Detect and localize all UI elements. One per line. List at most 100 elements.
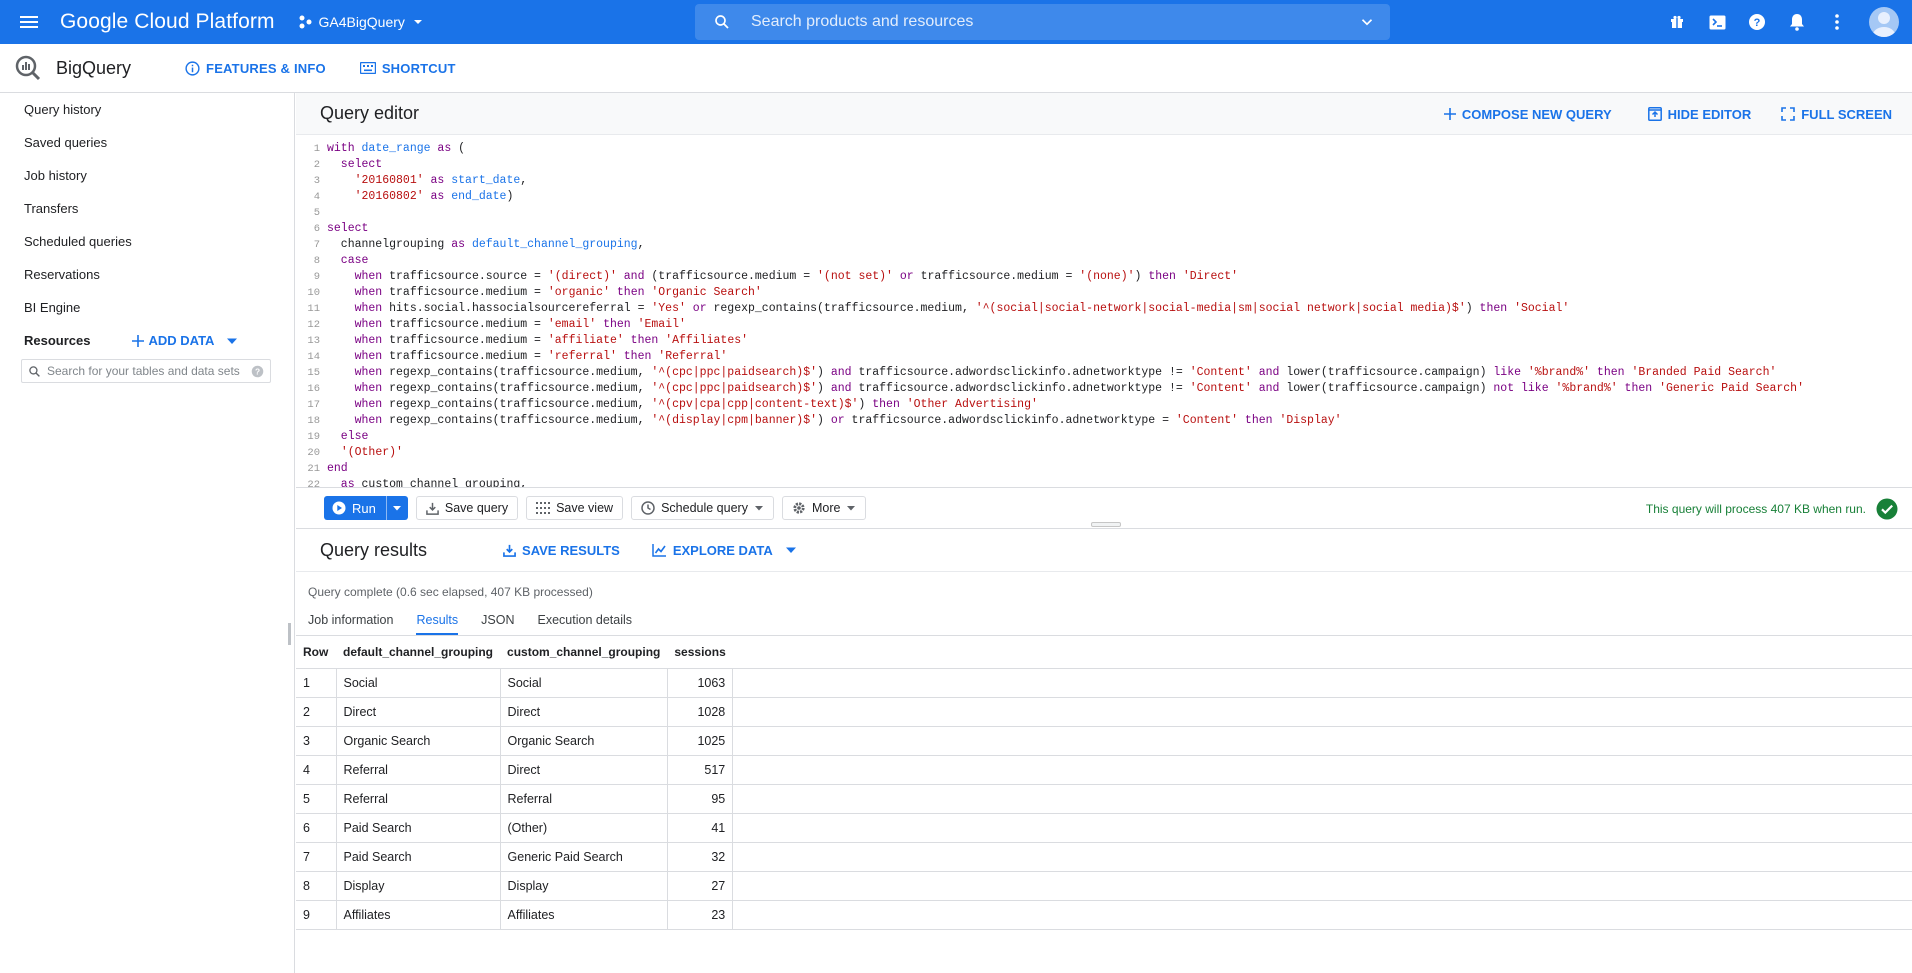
tab-json[interactable]: JSON xyxy=(481,606,514,635)
code-line[interactable]: 16 when regexp_contains(trafficsource.me… xyxy=(296,381,1912,397)
gift-icon[interactable] xyxy=(1657,2,1697,42)
code-token: like xyxy=(1493,366,1528,379)
help-icon[interactable]: ? xyxy=(1737,2,1777,42)
table-row[interactable]: 8 Display Display 27 xyxy=(296,871,1912,901)
code-line[interactable]: 1 with date_range as ( xyxy=(296,141,1912,157)
run-button[interactable]: Run xyxy=(324,496,386,520)
hide-editor-button[interactable]: HIDE EDITOR xyxy=(1647,107,1751,122)
compose-new-query-button[interactable]: COMPOSE NEW QUERY xyxy=(1443,107,1612,122)
code-line[interactable]: 15 when regexp_contains(trafficsource.me… xyxy=(296,365,1912,381)
explore-data-button[interactable]: EXPLORE DATA xyxy=(652,543,797,558)
code-line[interactable]: 4 '20160802' as end_date) xyxy=(296,189,1912,205)
save-results-button[interactable]: SAVE RESULTS xyxy=(503,543,620,558)
table-row[interactable]: 5 Referral Referral 95 xyxy=(296,784,1912,814)
full-screen-button[interactable]: FULL SCREEN xyxy=(1781,107,1892,122)
sidebar-item-transfers[interactable]: Transfers xyxy=(0,192,294,225)
info-icon xyxy=(185,60,200,76)
tab-job-information[interactable]: Job information xyxy=(308,606,393,635)
cell-sessions: 27 xyxy=(667,871,734,901)
more-vert-icon[interactable] xyxy=(1817,2,1857,42)
search-input[interactable]: Search products and resources xyxy=(751,13,1358,31)
table-row[interactable]: 7 Paid Search Generic Paid Search 32 xyxy=(296,842,1912,872)
resources-search[interactable]: ? xyxy=(21,359,271,383)
code-line[interactable]: 7 channelgrouping as default_channel_gro… xyxy=(296,237,1912,253)
search-expand-icon[interactable] xyxy=(1358,13,1376,31)
query-results-header: Query results SAVE RESULTS EXPLORE DATA xyxy=(296,529,1912,572)
code-line[interactable]: 6 select xyxy=(296,221,1912,237)
notifications-icon[interactable] xyxy=(1777,2,1817,42)
cell-default-channel-grouping: Referral xyxy=(336,755,501,785)
hamburger-menu-icon[interactable] xyxy=(17,10,41,34)
table-row[interactable]: 6 Paid Search (Other) 41 xyxy=(296,813,1912,843)
sidebar-item-query-history[interactable]: Query history xyxy=(0,93,294,126)
tab-execution-details[interactable]: Execution details xyxy=(538,606,633,635)
search-icon xyxy=(715,15,729,29)
code-line[interactable]: 22 as custom_channel_grouping, xyxy=(296,477,1912,487)
cell-custom-channel-grouping: Referral xyxy=(500,784,668,814)
code-text: select xyxy=(327,221,368,237)
code-line[interactable]: 5 xyxy=(296,205,1912,221)
table-row[interactable]: 4 Referral Direct 517 xyxy=(296,755,1912,785)
add-data-button[interactable]: ADD DATA xyxy=(132,333,238,348)
save-query-button[interactable]: Save query xyxy=(415,496,519,520)
resources-search-input[interactable] xyxy=(47,364,245,378)
sidebar-resize-handle[interactable] xyxy=(288,623,291,645)
project-selector[interactable]: GA4BigQuery xyxy=(297,14,425,30)
sidebar-item-job-history[interactable]: Job history xyxy=(0,159,294,192)
code-line[interactable]: 8 case xyxy=(296,253,1912,269)
cloud-shell-icon[interactable] xyxy=(1697,2,1737,42)
save-view-button[interactable]: Save view xyxy=(526,496,624,520)
code-line[interactable]: 10 when trafficsource.medium = 'organic'… xyxy=(296,285,1912,301)
sql-code-editor[interactable]: 1 with date_range as (2 select 3 '20160801… xyxy=(296,135,1912,487)
table-row[interactable]: 3 Organic Search Organic Search 1025 xyxy=(296,726,1912,756)
shortcut-link[interactable]: SHORTCUT xyxy=(359,61,456,76)
brand-title[interactable]: Google Cloud Platform xyxy=(60,10,275,34)
cell-spacer xyxy=(732,668,1912,698)
features-info-link[interactable]: FEATURES & INFO xyxy=(185,61,326,76)
code-token: trafficsource.medium = xyxy=(389,286,548,299)
cell-spacer xyxy=(732,900,1912,930)
code-line[interactable]: 12 when trafficsource.medium = 'email' t… xyxy=(296,317,1912,333)
code-line[interactable]: 21 end xyxy=(296,461,1912,477)
run-dropdown-button[interactable] xyxy=(385,496,408,520)
table-row[interactable]: 2 Direct Direct 1028 xyxy=(296,697,1912,727)
code-line[interactable]: 11 when hits.social.hassocialsourcerefer… xyxy=(296,301,1912,317)
code-text: with date_range as ( xyxy=(327,141,465,157)
code-line[interactable]: 3 '20160801' as start_date, xyxy=(296,173,1912,189)
account-avatar[interactable] xyxy=(1869,7,1899,37)
search-bar[interactable]: Search products and resources xyxy=(695,4,1390,40)
table-row[interactable]: 1 Social Social 1063 xyxy=(296,668,1912,698)
svg-text:?: ? xyxy=(1754,17,1761,29)
code-line[interactable]: 18 when regexp_contains(trafficsource.me… xyxy=(296,413,1912,429)
cell-default-channel-grouping: Display xyxy=(336,871,501,901)
sidebar-item-bi-engine[interactable]: BI Engine xyxy=(0,291,294,324)
code-line[interactable]: 17 when regexp_contains(trafficsource.me… xyxy=(296,397,1912,413)
editor-resize-handle[interactable] xyxy=(1091,522,1121,527)
code-line[interactable]: 9 when trafficsource.source = '(direct)'… xyxy=(296,269,1912,285)
validator-message: This query will process 407 KB when run. xyxy=(1645,502,1866,516)
cell-row-number: 2 xyxy=(296,697,337,727)
fullscreen-icon xyxy=(1781,107,1796,121)
code-line[interactable]: 20 '(Other)' xyxy=(296,445,1912,461)
code-token: 'affiliate' xyxy=(547,334,624,347)
schedule-query-button[interactable]: Schedule query xyxy=(631,496,774,520)
table-row[interactable]: 9 Affiliates Affiliates 23 xyxy=(296,900,1912,930)
more-button[interactable]: More xyxy=(781,496,867,520)
code-token: with xyxy=(327,142,362,155)
code-line[interactable]: 19 else xyxy=(296,429,1912,445)
code-token: then xyxy=(609,286,652,299)
code-token: '^(cpv|cpa|cpp|content-text)$' xyxy=(651,398,859,411)
sidebar-item-reservations[interactable]: Reservations xyxy=(0,258,294,291)
sidebar-item-saved-queries[interactable]: Saved queries xyxy=(0,126,294,159)
results-table: Row default_channel_grouping custom_chan… xyxy=(296,636,1912,930)
code-line[interactable]: 13 when trafficsource.medium = 'affiliat… xyxy=(296,333,1912,349)
code-line[interactable]: 14 when trafficsource.medium = 'referral… xyxy=(296,349,1912,365)
tab-results[interactable]: Results xyxy=(416,606,459,635)
code-line[interactable]: 2 select xyxy=(296,157,1912,173)
code-text: '20160802' as end_date) xyxy=(327,189,514,205)
sidebar-item-scheduled-queries[interactable]: Scheduled queries xyxy=(0,225,294,258)
download-icon xyxy=(503,544,516,557)
help-icon[interactable]: ? xyxy=(251,365,264,378)
code-text: when regexp_contains(trafficsource.mediu… xyxy=(327,397,1038,413)
line-number: 18 xyxy=(307,415,320,427)
